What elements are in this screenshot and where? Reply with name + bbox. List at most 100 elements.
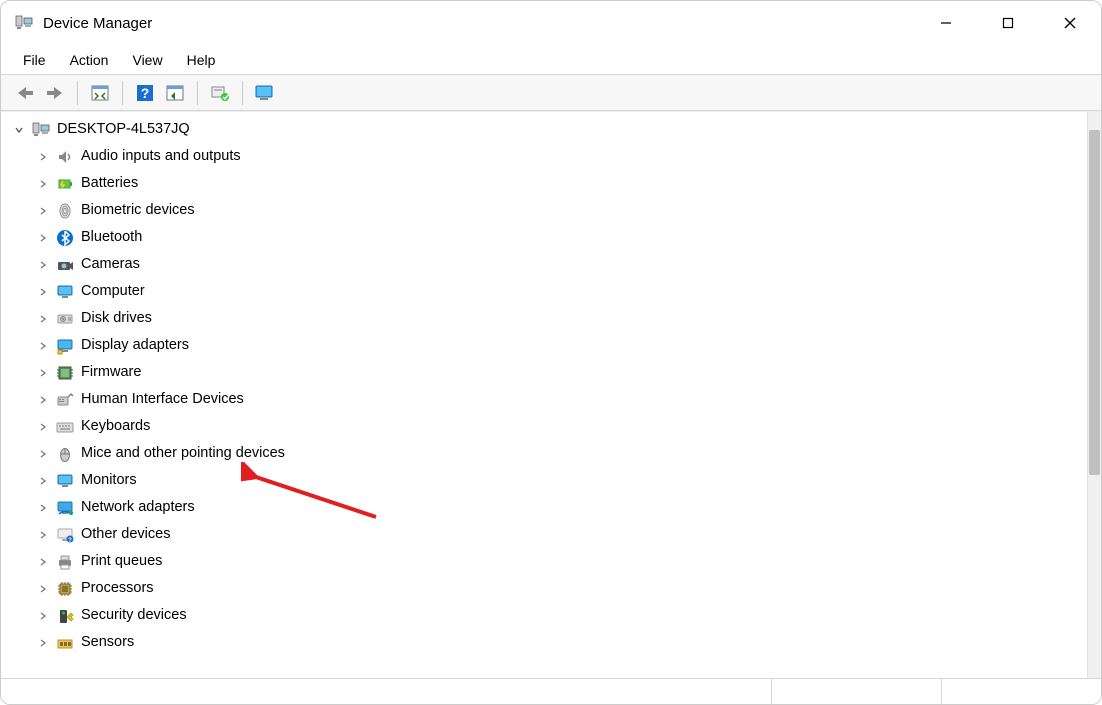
camera-icon [55,255,75,275]
chevron-down-icon[interactable] [11,122,27,138]
menubar: File Action View Help [1,45,1101,75]
tree-item[interactable]: Disk drives [35,305,1101,332]
tree-content: DESKTOP-4L537JQ Audio inputs and outputs… [1,111,1101,678]
device-tree: DESKTOP-4L537JQ Audio inputs and outputs… [11,116,1101,656]
tree-item-label: Biometric devices [79,197,195,224]
statusbar [1,678,1101,704]
chevron-right-icon[interactable] [35,311,51,327]
bluetooth-icon [55,228,75,248]
tree-item[interactable]: Cameras [35,251,1101,278]
scrollbar-thumb[interactable] [1089,130,1100,475]
tree-item[interactable]: Bluetooth [35,224,1101,251]
audio-icon [55,147,75,167]
disk-icon [55,309,75,329]
toolbar-separator [77,81,78,105]
tree-item-label: Cameras [79,251,140,278]
firmware-icon [55,363,75,383]
device-manager-window: Device Manager File Action View Help [0,0,1102,705]
svg-text:?: ? [141,85,150,101]
chevron-right-icon[interactable] [35,635,51,651]
chevron-right-icon[interactable] [35,392,51,408]
tree-item[interactable]: Firmware [35,359,1101,386]
menu-view[interactable]: View [122,48,172,72]
toolbar: ? [1,75,1101,111]
toolbar-separator [122,81,123,105]
window-controls [915,1,1101,45]
help-button[interactable]: ? [131,79,159,107]
hid-icon [55,390,75,410]
chevron-right-icon[interactable] [35,419,51,435]
tree-item[interactable]: Processors [35,575,1101,602]
back-button[interactable] [11,79,39,107]
maximize-button[interactable] [977,1,1039,45]
tree-item-label: Computer [79,278,145,305]
chevron-right-icon[interactable] [35,149,51,165]
tree-item-label: Batteries [79,170,138,197]
chevron-right-icon[interactable] [35,338,51,354]
tree-item[interactable]: Batteries [35,170,1101,197]
toolbar-separator [197,81,198,105]
chevron-right-icon[interactable] [35,365,51,381]
tree-item-label: Display adapters [79,332,189,359]
chevron-right-icon[interactable] [35,554,51,570]
chevron-right-icon[interactable] [35,176,51,192]
menu-help[interactable]: Help [177,48,226,72]
tree-item[interactable]: Audio inputs and outputs [35,143,1101,170]
tree-children: Audio inputs and outputsBatteriesBiometr… [11,143,1101,656]
tree-item[interactable]: Mice and other pointing devices [35,440,1101,467]
chevron-right-icon[interactable] [35,446,51,462]
tree-item-label: Network adapters [79,494,195,521]
tree-item-label: Monitors [79,467,137,494]
toolbar-separator [242,81,243,105]
close-button[interactable] [1039,1,1101,45]
chevron-right-icon[interactable] [35,230,51,246]
tree-item[interactable]: Computer [35,278,1101,305]
show-hide-tree-button[interactable] [86,79,114,107]
tree-item[interactable]: Network adapters [35,494,1101,521]
scan-hardware-button[interactable] [206,79,234,107]
tree-item[interactable]: Sensors [35,629,1101,656]
chevron-right-icon[interactable] [35,257,51,273]
tree-item[interactable]: Biometric devices [35,197,1101,224]
chevron-right-icon[interactable] [35,203,51,219]
tree-item[interactable]: Display adapters [35,332,1101,359]
tree-item[interactable]: Human Interface Devices [35,386,1101,413]
display-icon [55,336,75,356]
tree-root-label: DESKTOP-4L537JQ [55,116,190,143]
tree-item[interactable]: Monitors [35,467,1101,494]
battery-icon [55,174,75,194]
window-title: Device Manager [43,15,152,32]
devices-button[interactable] [251,79,279,107]
tree-item[interactable]: ? Other devices [35,521,1101,548]
chevron-right-icon[interactable] [35,608,51,624]
computer-icon [55,282,75,302]
minimize-button[interactable] [915,1,977,45]
security-icon [55,606,75,626]
computer-root-icon [31,120,51,140]
chevron-right-icon[interactable] [35,581,51,597]
tree-item-label: Bluetooth [79,224,142,251]
chevron-right-icon[interactable] [35,527,51,543]
vertical-scrollbar[interactable] [1087,112,1101,678]
tree-item-label: Security devices [79,602,187,629]
tree-item[interactable]: Print queues [35,548,1101,575]
chevron-right-icon[interactable] [35,500,51,516]
chevron-right-icon[interactable] [35,473,51,489]
tree-item-label: Print queues [79,548,162,575]
titlebar: Device Manager [1,1,1101,45]
chevron-right-icon[interactable] [35,284,51,300]
menu-file[interactable]: File [13,48,56,72]
tree-item[interactable]: Keyboards [35,413,1101,440]
tree-item-label: Human Interface Devices [79,386,244,413]
tree-item-label: Other devices [79,521,170,548]
printer-icon [55,552,75,572]
forward-button[interactable] [41,79,69,107]
tree-item-label: Firmware [79,359,141,386]
tree-root-item[interactable]: DESKTOP-4L537JQ [11,116,1101,143]
menu-action[interactable]: Action [60,48,119,72]
svg-text:?: ? [68,537,72,543]
tree-item-label: Audio inputs and outputs [79,143,241,170]
action-button[interactable] [161,79,189,107]
other-icon: ? [55,525,75,545]
tree-item[interactable]: Security devices [35,602,1101,629]
